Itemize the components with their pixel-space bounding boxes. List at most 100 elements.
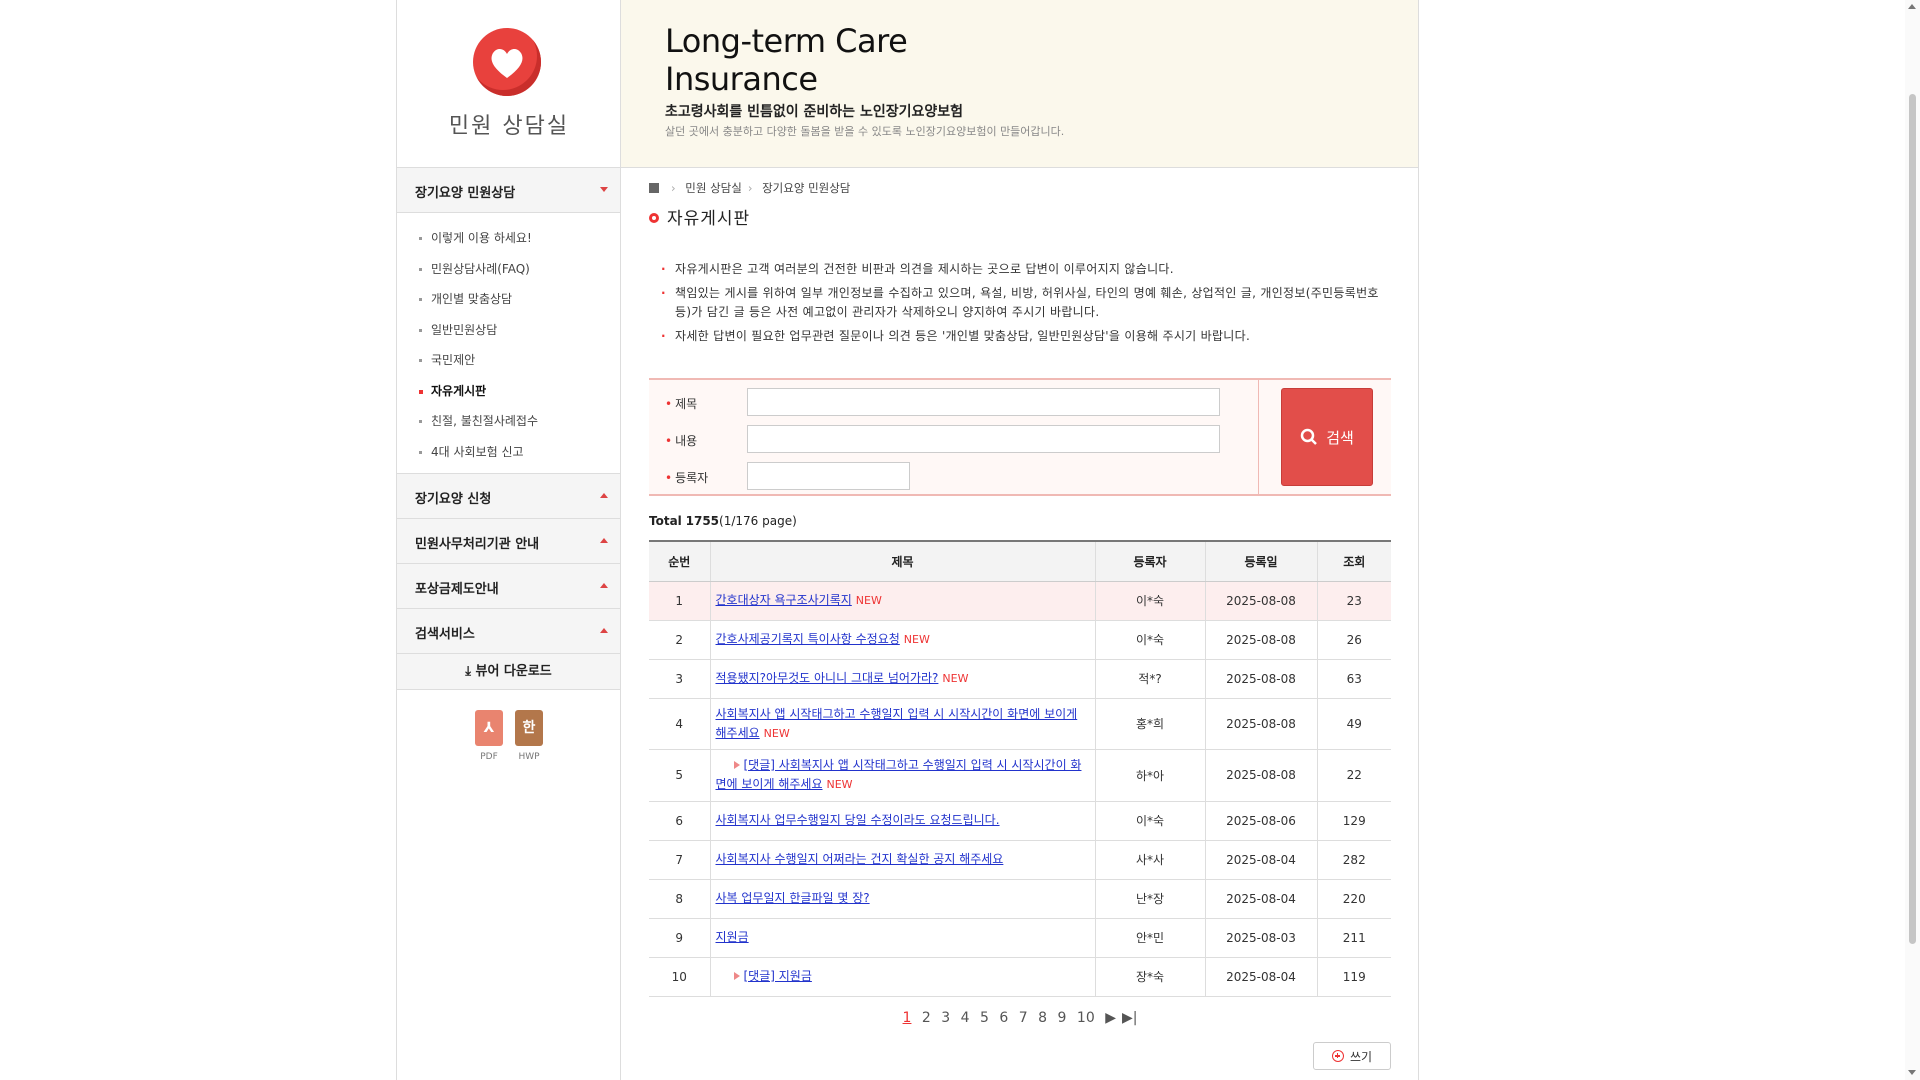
submenu-item-general[interactable]: 일반민원상담: [397, 315, 620, 346]
search-icon: [1300, 428, 1318, 445]
new-badge: NEW: [855, 594, 882, 607]
table-row[interactable]: 7 사회복지사 수행일지 어쩌라는 건지 확실한 공지 해주세요 사*사 202…: [649, 840, 1391, 880]
hwp-icon[interactable]: 한: [515, 710, 543, 746]
table-row[interactable]: 9 지원금 안*민 2025-08-03 211: [649, 918, 1391, 958]
notice-item: 책임있는 게시를 위하여 일부 개인정보를 수집하고 있으며, 욕설, 비방, …: [659, 284, 1389, 322]
submenu-item-personal[interactable]: 개인별 맞춤상담: [397, 284, 620, 315]
search-author-input[interactable]: [747, 462, 910, 490]
next-page-icon[interactable]: ▶: [1105, 1010, 1116, 1026]
reply-arrow-icon: [733, 761, 740, 769]
menu-apply[interactable]: 장기요양 신청: [397, 474, 620, 519]
search-form: 제목 내용 등록자 검색: [649, 378, 1391, 496]
table-header-row: 순번 제목 등록자 등록일 조회: [649, 540, 1391, 582]
page-link-current[interactable]: 1: [903, 1010, 912, 1026]
page-link[interactable]: 7: [1019, 1010, 1028, 1026]
post-link[interactable]: 사회복지사 업무수행일지 당일 수정이라도 요청드립니다.: [716, 813, 1000, 827]
file-viewer-icons: ⅄ PDF 한 HWP: [475, 710, 555, 770]
menu-search-service-label: 검색서비스: [415, 627, 475, 642]
new-badge: NEW: [903, 633, 930, 646]
new-badge: NEW: [763, 726, 790, 740]
table-row[interactable]: 10 [댓글] 지원금 장*숙 2025-08-04 119: [649, 957, 1391, 997]
scroll-up-icon[interactable]: [1908, 4, 1916, 9]
search-fields: 제목 내용 등록자: [649, 380, 1259, 494]
search-title-input[interactable]: [747, 388, 1220, 416]
menu-agency[interactable]: 민원사무처리기관 안내: [397, 519, 620, 564]
submenu-list: 이렇게 이용 하세요! 민원상담사례(FAQ) 개인별 맞춤상담 일반민원상담 …: [397, 213, 620, 474]
download-icon: ⤓: [465, 664, 476, 679]
search-content-label: 내용: [665, 432, 745, 449]
notice-item: 자세한 답변이 필요한 업무관련 질문이나 의견 등은 '개인별 맞춤상담, 일…: [659, 327, 1389, 346]
table-row[interactable]: 8 사복 업무일지 한글파일 몇 장? 난*장 2025-08-04 220: [649, 879, 1391, 919]
page-link[interactable]: 5: [980, 1010, 989, 1026]
notice-list: 자유게시판은 고객 여러분의 건전한 비판과 의견을 제시하는 곳으로 답변이 …: [659, 260, 1389, 351]
submenu-item-guide[interactable]: 이렇게 이용 하세요!: [397, 223, 620, 254]
page-link[interactable]: 2: [922, 1010, 931, 1026]
breadcrumb: › 민원 상담실 › 장기요양 민원상담: [649, 180, 850, 196]
submenu-item-kindness[interactable]: 친절, 불친절사례접수: [397, 406, 620, 437]
table-row[interactable]: 3 적용됐지?아무것도 아니니 그대로 넘어가라? NEW 적*? 2025-08…: [649, 659, 1391, 699]
scrollbar-thumb[interactable]: [1909, 94, 1916, 944]
pdf-icon[interactable]: ⅄: [475, 710, 503, 746]
menu-agency-label: 민원사무처리기관 안내: [415, 537, 540, 552]
page-link[interactable]: 8: [1038, 1010, 1047, 1026]
reply-arrow-icon: [733, 972, 740, 980]
table-row[interactable]: 1 간호대상자 욕구조사기록지 NEW 이*숙 2025-08-08 23: [649, 581, 1391, 621]
search-button[interactable]: 검색: [1281, 388, 1373, 486]
post-link[interactable]: 간호대상자 욕구조사기록지: [716, 593, 852, 607]
page-link[interactable]: 4: [961, 1010, 970, 1026]
submenu-item-proposal[interactable]: 국민제안: [397, 345, 620, 376]
heart-logo-icon: [473, 28, 541, 96]
last-page-icon[interactable]: ▶|: [1122, 1010, 1137, 1026]
search-content-input[interactable]: [747, 425, 1220, 453]
chevron-up-icon: [600, 493, 608, 498]
page-link[interactable]: 6: [999, 1010, 1008, 1026]
col-header-date: 등록일: [1204, 540, 1317, 582]
table-row[interactable]: 2 간호사제공기록지 특이사항 수정요청 NEW 이*숙 2025-08-08 2…: [649, 620, 1391, 660]
menu-reward[interactable]: 포상금제도안내: [397, 564, 620, 609]
menu-longterm-consult[interactable]: 장기요양 민원상담: [397, 168, 620, 213]
vertical-scrollbar[interactable]: [1905, 0, 1920, 1080]
col-header-views: 조회: [1316, 540, 1391, 582]
scroll-down-icon[interactable]: [1908, 1070, 1916, 1075]
write-button-label: 쓰기: [1349, 1049, 1373, 1064]
post-link[interactable]: 적용됐지?아무것도 아니니 그대로 넘어가라?: [716, 671, 939, 685]
search-button-label: 검색: [1326, 428, 1354, 447]
menu-search-service[interactable]: 검색서비스: [397, 609, 620, 654]
home-icon[interactable]: [649, 183, 659, 193]
post-link[interactable]: 지원금: [716, 930, 749, 944]
board-table: 순번 제목 등록자 등록일 조회 1 간호대상자 욕구조사기록지 NEW 이*숙 …: [649, 540, 1391, 997]
table-row[interactable]: 5 [댓글] 사회복지사 앱 시작태그하고 수행일지 입력 시 시작시간이 화면…: [649, 749, 1391, 802]
viewer-download-label: 뷰어 다운로드: [475, 664, 552, 679]
post-link[interactable]: 사복 업무일지 한글파일 몇 장?: [716, 891, 870, 905]
hwp-label: HWP: [518, 752, 540, 762]
table-row[interactable]: 4 사회복지사 앱 시작태그하고 수행일지 입력 시 시작시간이 화면에 보이게…: [649, 698, 1391, 750]
post-link[interactable]: [댓글] 사회복지사 앱 시작태그하고 수행일지 입력 시 시작시간이 화면에 …: [716, 758, 1082, 791]
banner-title: Long-term Care Insurance: [665, 22, 908, 98]
menu-longterm-consult-label: 장기요양 민원상담: [415, 186, 516, 201]
search-title-label: 제목: [665, 395, 745, 412]
breadcrumb-level2[interactable]: 장기요양 민원상담: [762, 181, 850, 195]
pdf-label: PDF: [480, 752, 498, 762]
breadcrumb-separator: ›: [671, 181, 676, 195]
sidebar-title: 민원 상담실: [448, 114, 570, 139]
write-button[interactable]: 쓰기: [1313, 1042, 1391, 1070]
search-author-label: 등록자: [665, 469, 745, 486]
page-link[interactable]: 3: [941, 1010, 950, 1026]
viewer-download-button[interactable]: ⤓ 뷰어 다운로드: [397, 654, 620, 690]
page-link[interactable]: 9: [1058, 1010, 1067, 1026]
menu-reward-label: 포상금제도안내: [415, 582, 499, 597]
submenu-item-insurance-report[interactable]: 4대 사회보험 신고: [397, 437, 620, 468]
post-link[interactable]: [댓글] 지원금: [744, 969, 812, 983]
notice-item: 자유게시판은 고객 여러분의 건전한 비판과 의견을 제시하는 곳으로 답변이 …: [659, 260, 1389, 279]
submenu-item-faq[interactable]: 민원상담사례(FAQ): [397, 254, 620, 285]
plus-circle-icon: [1331, 1050, 1344, 1062]
chevron-up-icon: [600, 538, 608, 543]
submenu-item-free-board[interactable]: 자유게시판: [397, 376, 620, 407]
banner-subtitle: 초고령사회를 빈틈없이 준비하는 노인장기요양보험: [665, 104, 963, 120]
page-link[interactable]: 10: [1077, 1010, 1095, 1026]
post-link[interactable]: 간호사제공기록지 특이사항 수정요청: [716, 632, 900, 646]
breadcrumb-level1[interactable]: 민원 상담실: [685, 181, 742, 195]
table-row[interactable]: 6 사회복지사 업무수행일지 당일 수정이라도 요청드립니다. 이*숙 2025…: [649, 801, 1391, 841]
sidebar-logo[interactable]: 민원 상담실: [397, 0, 620, 168]
post-link[interactable]: 사회복지사 수행일지 어쩌라는 건지 확실한 공지 해주세요: [716, 852, 1004, 866]
